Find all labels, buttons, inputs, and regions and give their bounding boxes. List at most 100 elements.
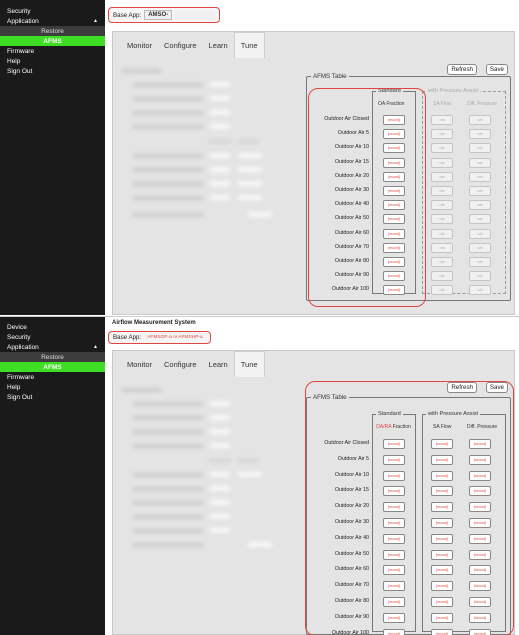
sidebar-item-device[interactable]: Device [0,322,105,332]
oa-fraction-record-button[interactable]: [record] [383,565,405,576]
pressure-assist-column: with Pressure Assist SA Flow Diff. Press… [422,87,506,296]
standard-column: Standard OA/RA Fraction [record] [record]… [372,410,416,635]
sa-flow-record-button[interactable]: [record] [431,518,453,528]
oa-fraction-record-button[interactable]: [record] [383,115,405,125]
sa-flow-record-button[interactable]: [record] [431,470,453,481]
sa-flow-record-button: n/a [431,200,453,211]
oa-fraction-record-button[interactable]: [record] [383,454,405,465]
tab-frame: Monitor Configure Learn Tune AFMS Table [112,31,515,315]
tab-configure[interactable]: Configure [158,32,203,58]
oa-fraction-record-button[interactable]: [record] [383,143,405,154]
oa-fraction-record-button[interactable]: [record] [383,533,405,544]
sa-flow-record-button[interactable]: [record] [431,533,453,544]
sa-flow-record-button[interactable]: [record] [431,628,453,635]
tab-monitor[interactable]: Monitor [121,351,158,377]
oa-fraction-record-button[interactable]: [record] [383,470,405,481]
diff-pressure-record-button[interactable]: [record] [469,439,491,449]
fraction-text: Fraction [392,424,411,430]
oa-fraction-record-button[interactable]: [record] [383,439,405,449]
diff-pressure-record-button[interactable]: [record] [469,549,491,560]
diff-pressure-record-button[interactable]: [record] [469,565,491,576]
oa-fraction-record-button[interactable]: [record] [383,242,405,253]
row-label: Outdoor Air 60 [334,229,369,236]
refresh-button[interactable]: Refresh [447,382,477,393]
row-label: Outdoor Air 10 [334,471,369,478]
oa-fraction-record-button[interactable]: [record] [383,486,405,497]
tab-tune[interactable]: Tune [233,32,265,58]
sidebar-item-restore[interactable]: Restore [0,26,105,36]
oa-fraction-record-button[interactable]: [record] [383,200,405,211]
base-app-spacer [175,10,216,20]
row-label: Outdoor Air 30 [334,519,369,525]
sidebar-item-sign-out[interactable]: Sign Out [0,66,105,76]
oa-fraction-record-button[interactable]: [record] [383,157,405,168]
diff-pressure-record-button[interactable]: [record] [469,518,491,528]
diff-pressure-record-button[interactable]: [record] [469,502,491,513]
oa-fraction-record-button[interactable]: [record] [383,285,405,296]
save-button[interactable]: Save [485,382,508,393]
oa-fraction-record-button[interactable]: [record] [383,549,405,560]
oa-fraction-record-button[interactable]: [record] [383,597,405,607]
diff-pressure-record-button[interactable]: [record] [469,533,491,544]
sa-flow-record-button[interactable]: [record] [431,597,453,607]
oa-fraction-record-button[interactable]: [record] [383,502,405,513]
sa-flow-record-button[interactable]: [record] [431,439,453,449]
sidebar-item-help[interactable]: Help [0,56,105,66]
diff-pressure-record-button[interactable]: [record] [469,628,491,635]
diff-pressure-record-button[interactable]: [record] [469,581,491,592]
sa-flow-record-button[interactable]: [record] [431,502,453,513]
diff-pressure-record-button: n/a [469,129,491,140]
oa-fraction-record-button[interactable]: [record] [383,271,405,282]
sa-flow-record-button[interactable]: [record] [431,581,453,592]
diff-pressure-record-button[interactable]: [record] [469,470,491,481]
row-label: Outdoor Air 40 [334,201,369,208]
tab-learn[interactable]: Learn [203,32,234,58]
sa-flow-record-button[interactable]: [record] [431,454,453,465]
tab-learn[interactable]: Learn [203,351,234,377]
diff-pressure-record-button[interactable]: [record] [469,454,491,465]
tab-configure[interactable]: Configure [158,351,203,377]
sidebar-item-help[interactable]: Help [0,382,105,392]
sa-flow-record-button: n/a [431,171,453,182]
sidebar-item-security[interactable]: Security [0,332,105,342]
oa-fraction-record-button[interactable]: [record] [383,171,405,182]
sidebar-item-application[interactable]: Application ▲ [0,342,105,352]
blurred-settings-area [121,66,301,311]
sidebar-item-sign-out[interactable]: Sign Out [0,392,105,402]
sidebar-item-label: Application [7,17,39,25]
refresh-button[interactable]: Refresh [447,64,477,75]
sidebar-item-label: Application [7,343,39,351]
sidebar-item-afms[interactable]: AFMS [0,362,105,372]
sidebar-item-firmware[interactable]: Firmware [0,46,105,56]
oa-fraction-record-button[interactable]: [record] [383,186,405,196]
tab-tune[interactable]: Tune [233,351,265,377]
tab-monitor[interactable]: Monitor [121,32,158,58]
oa-fraction-record-button[interactable]: [record] [383,612,405,623]
sa-flow-record-button[interactable]: [record] [431,549,453,560]
diff-pressure-record-button[interactable]: [record] [469,486,491,497]
sa-flow-record-button[interactable]: [record] [431,565,453,576]
sidebar-item-firmware[interactable]: Firmware [0,372,105,382]
diff-pressure-record-button: n/a [469,157,491,168]
tab-bar: Monitor Configure Learn Tune [113,351,514,377]
diff-pressure-record-button[interactable]: [record] [469,612,491,623]
oa-fraction-record-button[interactable]: [record] [383,228,405,239]
oa-fraction-record-button[interactable]: [record] [383,518,405,528]
oa-fraction-record-button[interactable]: [record] [383,581,405,592]
oa-fraction-record-button[interactable]: [record] [383,214,405,225]
sidebar-item-restore[interactable]: Restore [0,352,105,362]
diff-pressure-record-button: n/a [469,228,491,239]
oa-fraction-record-button[interactable]: [record] [383,257,405,267]
save-button[interactable]: Save [485,64,508,75]
diff-pressure-record-button[interactable]: [record] [469,597,491,607]
base-app-row: Base App: AMSO- [108,7,221,23]
oa-fraction-record-button[interactable]: [record] [383,129,405,140]
oa-fraction-record-button[interactable]: [record] [383,628,405,635]
sidebar-item-security[interactable]: Security [0,6,105,16]
sidebar-item-afms[interactable]: AFMS [0,36,105,46]
afms-table: AFMS Table Refresh Save Outdoor Air Clos… [306,64,511,301]
sidebar-item-application[interactable]: Application ▲ [0,16,105,26]
sa-flow-record-button[interactable]: [record] [431,612,453,623]
sa-flow-record-button[interactable]: [record] [431,486,453,497]
oa-fraction-header: OA/RA Fraction [376,424,411,430]
